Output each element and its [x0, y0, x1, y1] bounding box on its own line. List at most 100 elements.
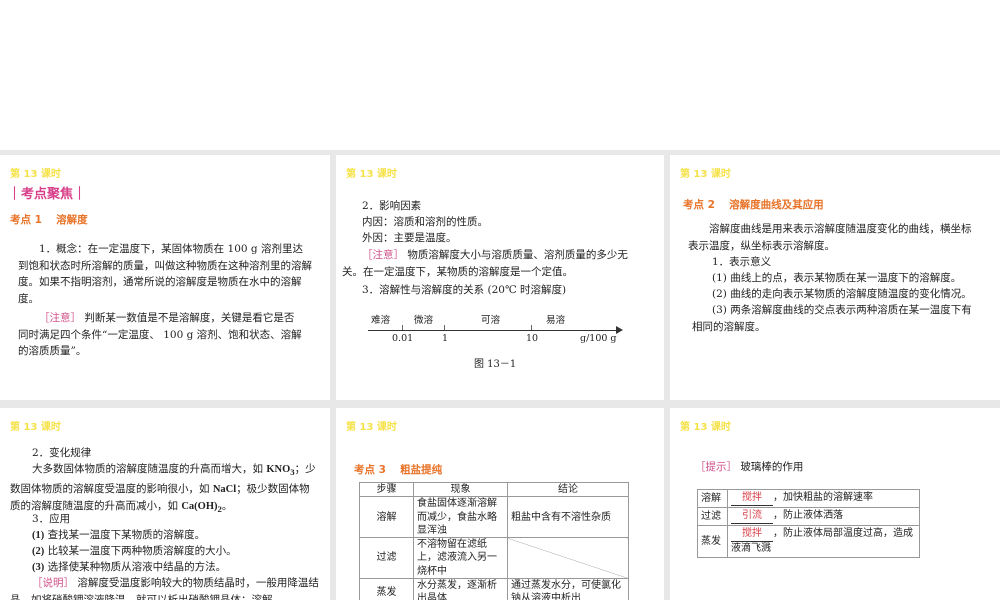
- step-cell: 蒸发: [697, 525, 728, 558]
- slide-3[interactable]: 第 13 课时 考点 2 溶解度曲线及其应用 溶解度曲线是用来表示溶解度随温度变…: [670, 155, 1000, 400]
- tip-tag: ［提示］: [695, 461, 737, 473]
- tip-text: 玻璃棒的作用: [737, 461, 804, 473]
- table-header: 步骤 现象 结论: [359, 481, 629, 498]
- note-tag: ［说明］: [32, 577, 74, 589]
- line: 1．表示意义: [712, 256, 772, 268]
- line: 内因：溶质和溶剂的性质。: [362, 216, 488, 228]
- header-cell: 结论: [507, 481, 629, 498]
- answer-blank: 搅拌: [731, 491, 773, 506]
- lesson-label: 第 13 课时: [680, 422, 731, 433]
- step-cell: 溶解: [697, 489, 728, 508]
- text: 选择使某种物质从溶液中结晶的方法。: [44, 561, 227, 573]
- phenomenon-cell: 水分蒸发，逐渐析出晶体: [413, 578, 508, 600]
- phenomenon-cell: 食盐固体逐渐溶解而减少，食盐水略显浑浊: [413, 496, 508, 539]
- slide-2[interactable]: 第 13 课时 2．影响因素 内因：溶质和溶剂的性质。 外因：主要是温度。 ［注…: [336, 155, 664, 400]
- purification-table: 步骤 现象 结论 溶解 食盐固体逐渐溶解而减少，食盐水略显浑浊 粗盐中含有不溶性杂质 过…: [359, 481, 629, 600]
- note-tag: ［注意］: [39, 312, 81, 324]
- text: Ca(OH): [181, 501, 218, 513]
- intro-text: 溶解度曲线是用来表示溶解度随温度变化的曲线，横坐标表示温度，纵坐标表示溶解度。: [688, 223, 972, 252]
- step-cell: 过滤: [359, 537, 414, 580]
- scale-label: 可溶: [481, 315, 501, 326]
- answer-blank: 搅拌: [731, 527, 773, 542]
- table-row: 过滤 引流 ，防止液体洒落: [697, 507, 920, 526]
- step-cell: 溶解: [359, 496, 414, 539]
- line: 2．影响因素: [362, 200, 422, 212]
- num: (1): [32, 530, 45, 541]
- role-cell: 搅拌 ，加快粗盐的溶解速率: [727, 489, 920, 508]
- tick-label: 1: [442, 333, 449, 344]
- text: ，防止液体洒落: [773, 510, 843, 521]
- table-row: 溶解 食盐固体逐渐溶解而减少，食盐水略显浑浊 粗盐中含有不溶性杂质: [359, 496, 629, 539]
- lesson-label: 第 13 课时: [10, 169, 61, 180]
- scale-label: 难溶: [371, 315, 391, 326]
- table-row: 过滤 不溶物留在滤纸上，滤液流入另一烧杯中: [359, 537, 629, 580]
- line: 3．溶解性与溶解度的关系 (20℃ 时溶解度): [362, 284, 567, 296]
- tip-line: ［提示］ 玻璃棒的作用: [695, 459, 803, 476]
- note-paragraph: ［注意］ 物质溶解度大小与溶质质量、溶剂质量的多少无关。在一定温度下，某物质的溶…: [342, 247, 647, 280]
- lesson-label: 第 13 课时: [346, 422, 397, 433]
- text: 查找某一温度下某物质的溶解度。: [44, 529, 206, 541]
- unit-label: g/100 g: [580, 333, 617, 344]
- tick: [444, 325, 445, 330]
- arrow-icon: [616, 326, 623, 334]
- formula-nacl: NaCl: [212, 483, 237, 495]
- line: 外因：主要是温度。: [362, 232, 457, 244]
- lesson-label: 第 13 课时: [346, 169, 397, 180]
- rule-paragraph: 大多数固体物质的溶解度随温度的升高而增大，如 KNO3；少数固体物质的溶解度受温…: [10, 461, 320, 518]
- line: (1) 查找某一温度下某物质的溶解度。: [32, 527, 205, 545]
- slide-heading: ｜考点聚焦｜: [8, 187, 87, 202]
- table-row: 蒸发 水分蒸发，逐渐析出晶体 通过蒸发水分，可使氯化钠从溶液中析出: [359, 578, 629, 600]
- line: (2) 曲线的走向表示某物质的溶解度随温度的变化情况。: [712, 288, 972, 300]
- section-title: 考点 1 溶解度: [10, 214, 88, 226]
- text: ，加快粗盐的溶解速率: [773, 492, 873, 503]
- header-cell: 步骤: [359, 481, 414, 498]
- num: (2): [32, 546, 45, 557]
- table-row: 溶解 搅拌 ，加快粗盐的溶解速率: [697, 489, 920, 508]
- line: (1) 曲线上的点，表示某物质在某一温度下的溶解度。: [712, 272, 962, 284]
- lesson-label: 第 13 课时: [10, 422, 61, 433]
- answer-blank: 引流: [731, 509, 773, 524]
- scale-label: 易溶: [546, 315, 566, 326]
- formula-caoh2: Ca(OH)2: [181, 501, 222, 514]
- blank-header-area: [0, 0, 1000, 150]
- line: (3) 两条溶解度曲线的交点表示两种溶质在某一温度下有相同的溶解度。: [692, 304, 972, 333]
- solubility-scale: 难溶 微溶 可溶 易溶 0.01 1 10 g/100 g: [366, 315, 626, 347]
- slide-grid: 第 13 课时 ｜考点聚焦｜ 考点 1 溶解度 1．概念：在一定温度下，某固体物…: [0, 150, 1000, 600]
- line: (2) 比较某一温度下两种物质溶解度的大小。: [32, 543, 237, 561]
- text: 。: [221, 500, 233, 513]
- slide-6[interactable]: 第 13 课时 ［提示］ 玻璃棒的作用 溶解 搅拌 ，加快粗盐的溶解速率 过滤 引流，…: [670, 408, 1000, 600]
- phenomenon-cell: 不溶物留在滤纸上，滤液流入另一烧杯中: [413, 537, 508, 580]
- lesson-label: 第 13 课时: [680, 169, 731, 180]
- role-cell: 引流 ，防止液体洒落: [727, 507, 920, 526]
- tick: [531, 325, 532, 330]
- tick: [402, 325, 403, 330]
- tick-label: 0.01: [392, 333, 414, 344]
- section-title: 考点 2 溶解度曲线及其应用: [683, 199, 824, 211]
- table-row: 蒸发 搅拌 ，防止液体局部温度过高，造成液滴飞溅: [697, 525, 920, 558]
- text: KNO: [266, 464, 291, 475]
- scale-label: 微溶: [414, 315, 434, 326]
- concept-text: 1．概念：在一定温度下，某固体物质在 100 g 溶剂里达到饱和状态时所溶解的质…: [18, 243, 312, 305]
- num: (3): [32, 562, 45, 573]
- scale-axis: [368, 330, 620, 331]
- step-cell: 过滤: [697, 507, 728, 526]
- slide-1[interactable]: 第 13 课时 ｜考点聚焦｜ 考点 1 溶解度 1．概念：在一定温度下，某固体物…: [0, 155, 330, 400]
- figure-caption: 图 13－1: [474, 359, 517, 370]
- note-paragraph: ［注意］ 判断某一数值是不是溶解度，关键是看它是否同时满足四个条件“一定温度、 …: [18, 310, 303, 360]
- slide-4[interactable]: 第 13 课时 2．变化规律 大多数固体物质的溶解度随温度的升高而增大，如 KN…: [0, 408, 330, 600]
- section-title: 考点 3 粗盐提纯: [354, 464, 443, 476]
- header-cell: 现象: [413, 481, 508, 498]
- text: 比较某一温度下两种物质溶解度的大小。: [44, 545, 237, 557]
- conclusion-cell: 通过蒸发水分，可使氯化钠从溶液中析出: [507, 578, 629, 600]
- formula-kno3: KNO3: [266, 464, 294, 477]
- text: 大多数固体物质的溶解度随温度的升高而增大，如: [32, 463, 267, 475]
- tick-label: 10: [526, 333, 539, 344]
- note-tag: ［注意］: [362, 249, 404, 261]
- glass-rod-table: 溶解 搅拌 ，加快粗盐的溶解速率 过滤 引流 ，防止液体洒落 蒸发 搅拌 ，防止液体局部温度…: [697, 489, 920, 558]
- line: (3) 选择使某种物质从溶液中结晶的方法。: [32, 559, 226, 577]
- step-cell: 蒸发: [359, 578, 414, 600]
- note-paragraph: ［说明］ 溶解度受温度影响较大的物质结晶时，一般用降温结晶，如将硝酸钾溶液降温，…: [10, 575, 320, 600]
- conclusion-cell: 粗盐中含有不溶性杂质: [507, 496, 629, 539]
- line: 3．应用: [32, 513, 71, 525]
- slide-5[interactable]: 第 13 课时 考点 3 粗盐提纯 步骤 现象 结论 溶解 食盐固体逐渐溶解而减少，食…: [336, 408, 664, 600]
